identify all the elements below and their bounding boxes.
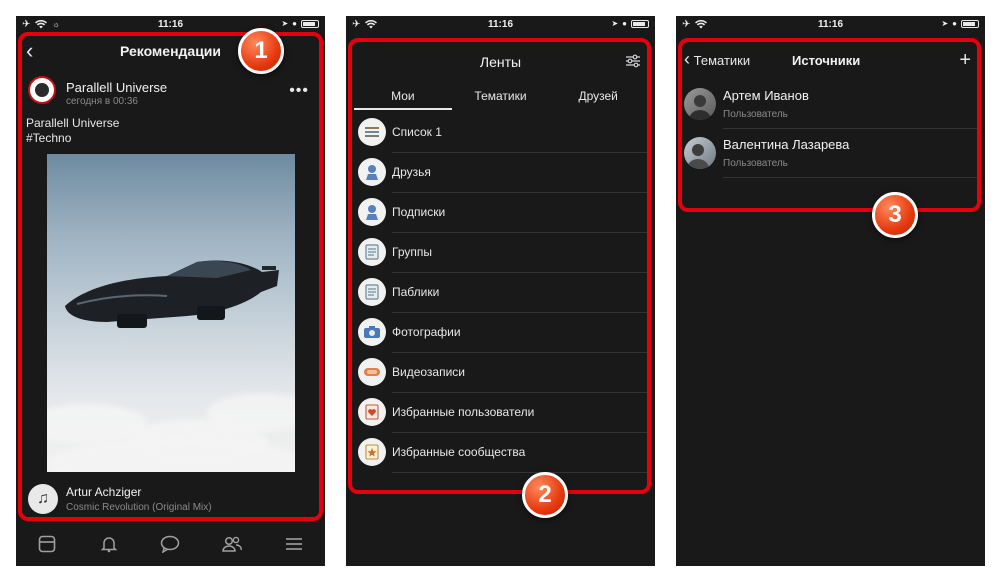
list-item-label: Подписки — [392, 205, 446, 219]
more-options-icon[interactable]: ••• — [289, 82, 309, 100]
favorite-communities-icon — [358, 438, 386, 466]
post-text-line: Parallell Universe — [26, 116, 120, 130]
back-icon: ‹ — [684, 49, 690, 69]
post-author-name[interactable]: Parallell Universe — [66, 80, 167, 95]
group-icon — [358, 238, 386, 266]
list-item-label: Видеозаписи — [392, 365, 466, 379]
bottom-tab-bar — [16, 522, 325, 566]
location-icon: ➤ — [611, 19, 619, 28]
screen-recommendations: ✈ ☼ 11:16 ➤ ● ‹ Рекомендации Parallell U… — [16, 16, 325, 566]
list-item[interactable]: Фотографии — [354, 313, 647, 353]
header: Ленты — [354, 52, 647, 80]
person-icon: ● — [292, 19, 297, 28]
status-time: 11:16 — [817, 19, 844, 30]
music-note-icon[interactable]: ♫ — [28, 484, 58, 514]
step-badge: 1 — [238, 28, 284, 74]
bell-icon[interactable] — [97, 532, 121, 556]
header: ‹ Тематики Источники + — [684, 49, 977, 78]
status-time: 11:16 — [487, 19, 514, 30]
menu-icon[interactable] — [282, 532, 306, 556]
list-item-label: Избранные пользователи — [392, 405, 535, 419]
page-title: Ленты — [479, 54, 522, 70]
friends-icon[interactable] — [220, 532, 244, 556]
list-item[interactable]: Артем Иванов Пользователь — [684, 80, 977, 129]
avatar[interactable] — [684, 137, 716, 169]
person-icon: ● — [622, 19, 627, 28]
list-item[interactable]: Список 1 — [354, 113, 647, 153]
list-item[interactable]: Друзья — [354, 153, 647, 193]
source-name: Валентина Лазарева — [723, 137, 850, 152]
battery-icon — [301, 19, 319, 28]
location-icon: ➤ — [281, 19, 289, 28]
tab-friends[interactable]: Друзей — [549, 84, 647, 110]
battery-icon — [961, 19, 979, 28]
list-icon — [358, 118, 386, 146]
list-item-label: Группы — [392, 245, 432, 259]
post-time: сегодня в 00:36 — [66, 96, 138, 107]
subscription-icon — [358, 198, 386, 226]
list-item[interactable]: Видеозаписи — [354, 353, 647, 393]
list-item-label: Фотографии — [392, 325, 461, 339]
list-item[interactable]: Избранные сообщества — [354, 433, 647, 473]
friend-icon — [358, 158, 386, 186]
person-icon: ● — [952, 19, 957, 28]
list-item-label: Избранные сообщества — [392, 445, 526, 459]
back-label: Тематики — [693, 53, 751, 68]
feed-list: Список 1 Друзья Подписки Группы Паблики … — [354, 113, 647, 473]
list-item[interactable]: Избранные пользователи — [354, 393, 647, 433]
back-button[interactable]: ‹ Тематики — [684, 50, 751, 68]
feed-tabs: Мои Тематики Друзей — [354, 84, 647, 110]
list-item-label: Паблики — [392, 285, 440, 299]
video-icon — [358, 358, 386, 386]
step-badge: 2 — [522, 472, 568, 518]
sources-list: Артем Иванов Пользователь Валентина Лаза… — [684, 80, 977, 178]
post-image[interactable] — [47, 154, 295, 472]
step-badge: 3 — [872, 192, 918, 238]
chat-icon[interactable] — [158, 532, 182, 556]
track-title: Cosmic Revolution (Original Mix) — [66, 502, 212, 513]
track-artist[interactable]: Artur Achziger — [66, 485, 141, 499]
list-item[interactable]: Паблики — [354, 273, 647, 313]
list-item[interactable]: Валентина Лазарева Пользователь — [684, 129, 977, 178]
list-item-label: Список 1 — [392, 125, 442, 139]
post-hashtag[interactable]: #Techno — [26, 131, 119, 146]
list-item[interactable]: Подписки — [354, 193, 647, 233]
page-title: Источники — [792, 53, 861, 68]
screen-sources: ✈ 11:16 ➤ ● ‹ Тематики Источники + Артем… — [676, 16, 985, 566]
list-item[interactable]: Группы — [354, 233, 647, 273]
source-role: Пользователь — [723, 158, 788, 169]
post-author-avatar[interactable] — [28, 76, 56, 104]
status-bar: ✈ 11:16 ➤ ● — [346, 16, 655, 34]
battery-icon — [631, 19, 649, 28]
public-icon — [358, 278, 386, 306]
camera-icon — [358, 318, 386, 346]
divider — [723, 177, 977, 178]
tab-my[interactable]: Мои — [354, 84, 452, 110]
add-source-icon[interactable]: + — [959, 49, 971, 72]
status-bar: ✈ 11:16 ➤ ● — [676, 16, 985, 34]
flying-car-illustration — [65, 260, 279, 328]
screen-feeds: ✈ 11:16 ➤ ● Ленты Мои Тематики Друзей Сп… — [346, 16, 655, 566]
status-time: 11:16 — [157, 19, 184, 30]
favorite-users-icon — [358, 398, 386, 426]
source-name: Артем Иванов — [723, 88, 809, 103]
status-bar: ✈ ☼ 11:16 ➤ ● — [16, 16, 325, 34]
location-icon: ➤ — [941, 19, 949, 28]
post-text: Parallell Universe #Techno — [26, 116, 119, 146]
tab-topics[interactable]: Тематики — [452, 84, 550, 110]
source-role: Пользователь — [723, 109, 788, 120]
filter-settings-icon[interactable] — [625, 54, 641, 68]
news-icon[interactable] — [35, 532, 59, 556]
avatar[interactable] — [684, 88, 716, 120]
divider — [392, 472, 647, 473]
list-item-label: Друзья — [392, 165, 431, 179]
